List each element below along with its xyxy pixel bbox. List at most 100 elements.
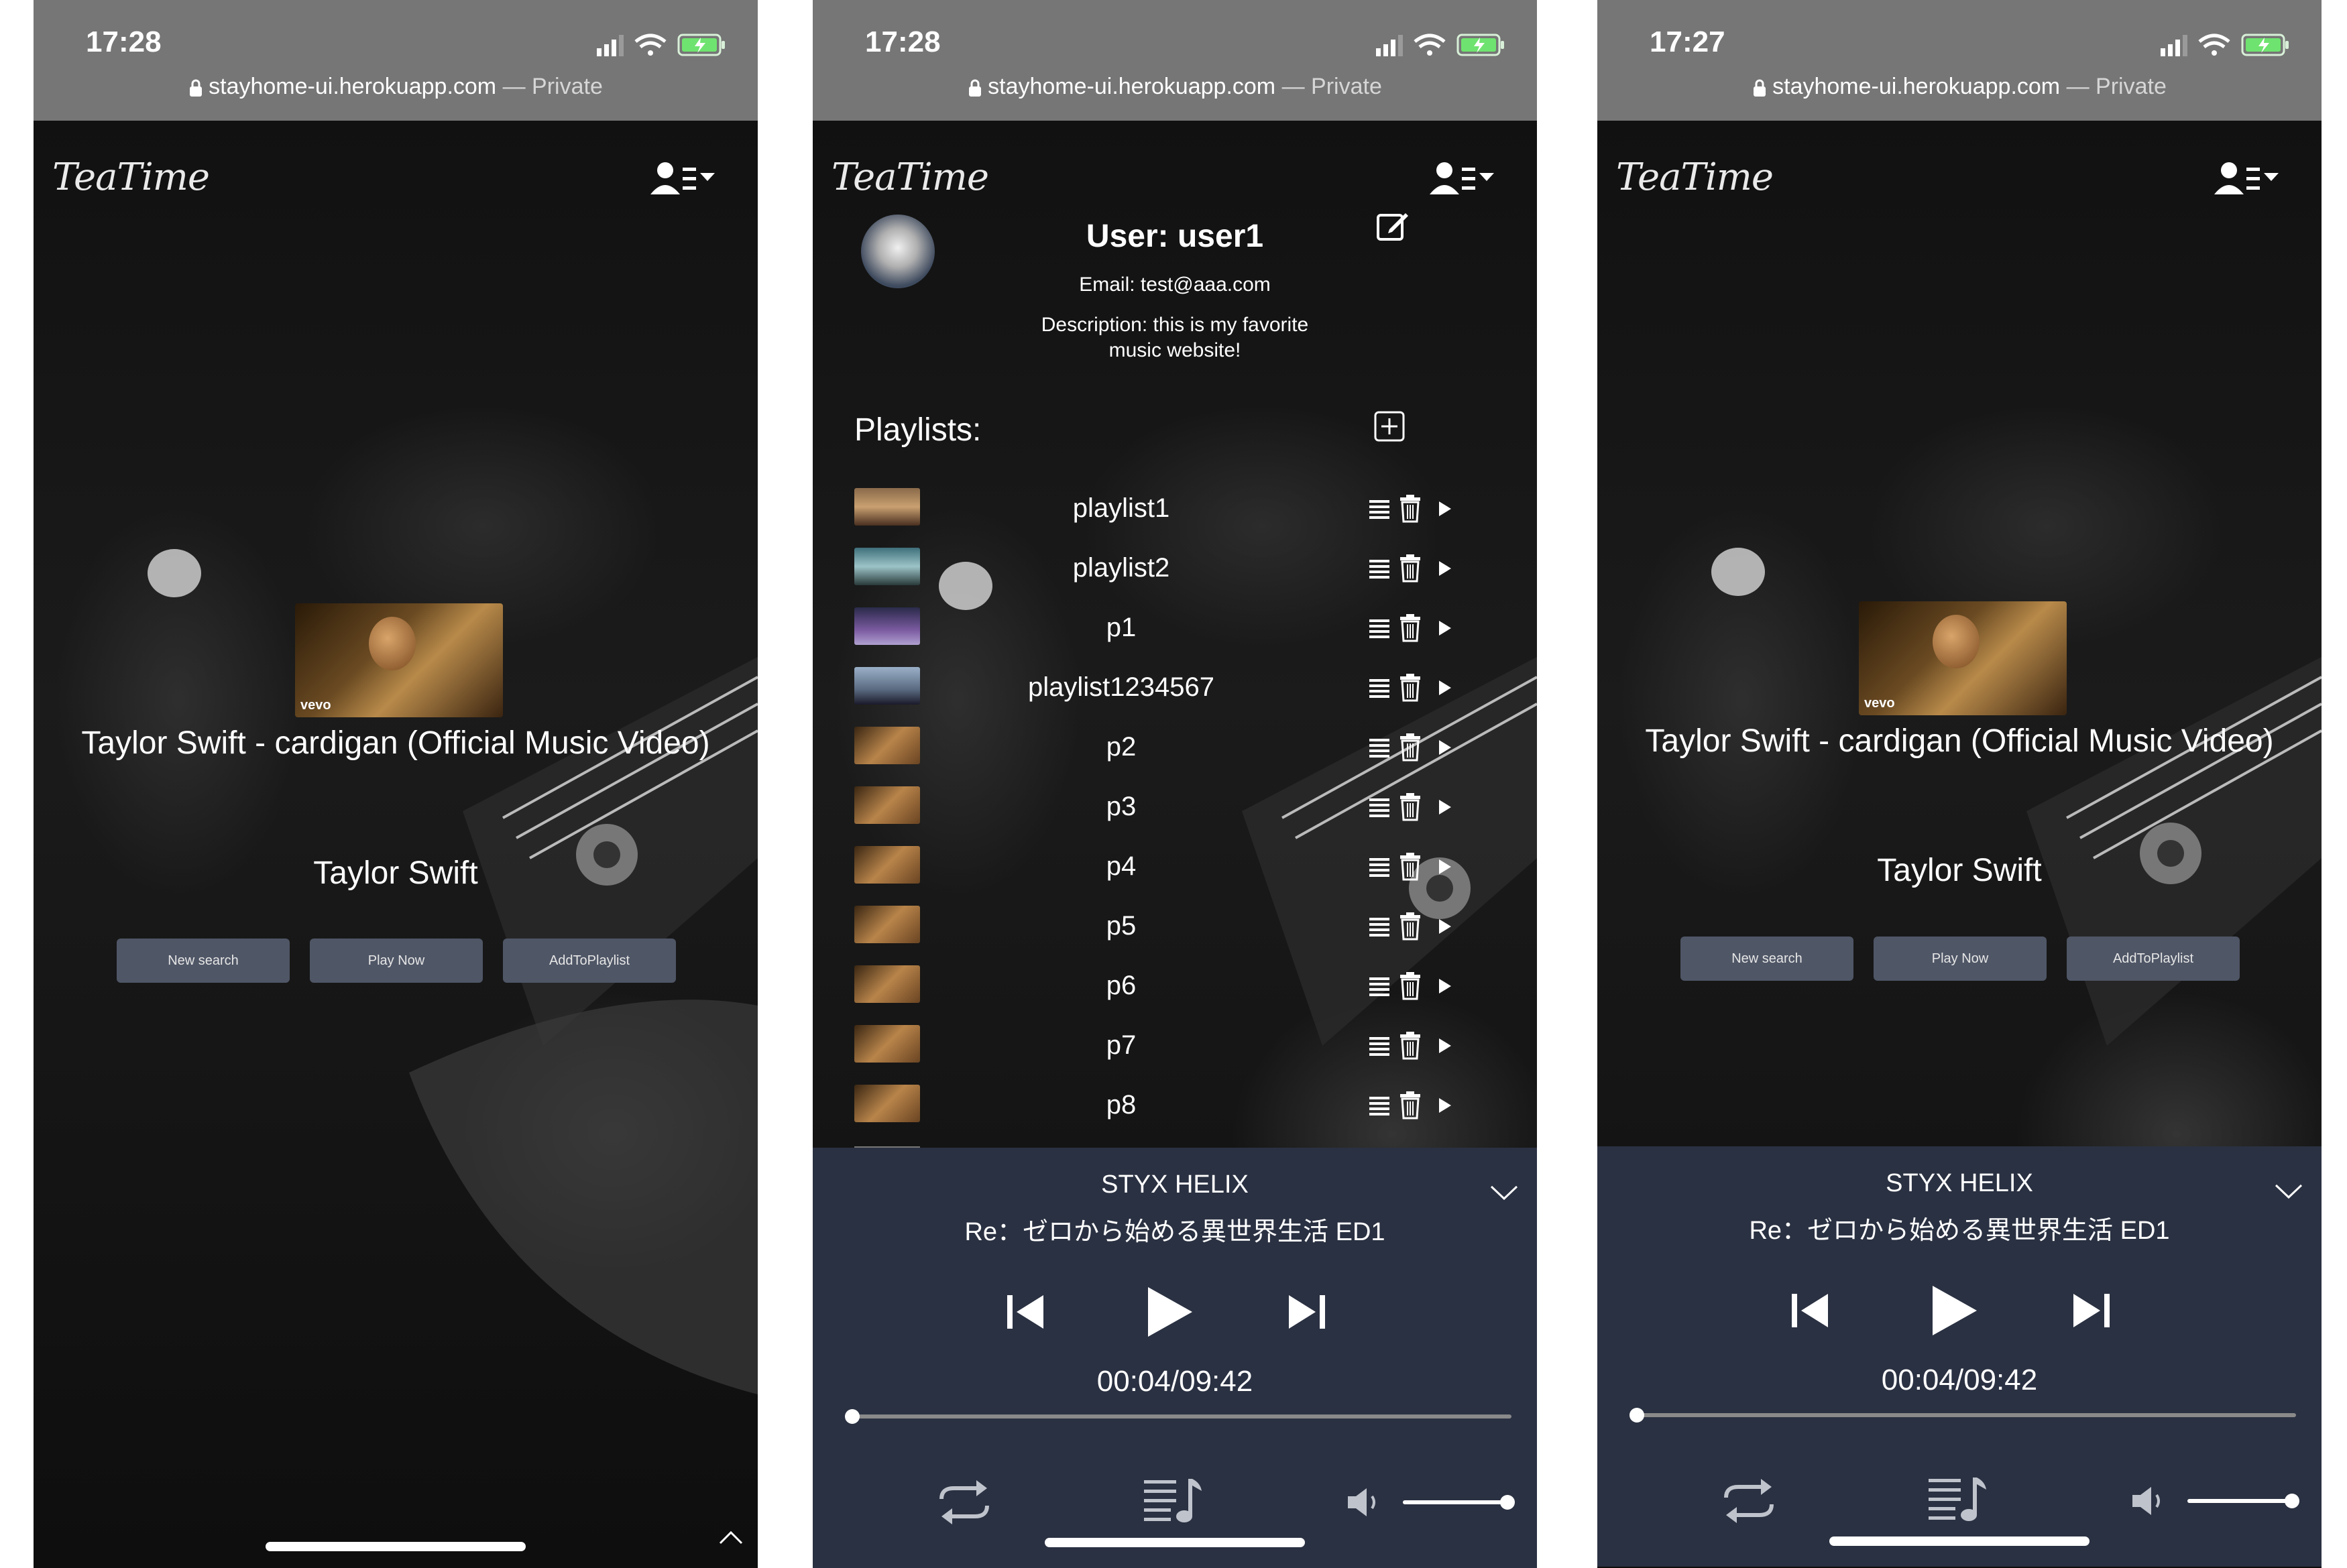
list-icon[interactable] xyxy=(1369,679,1389,698)
address-bar[interactable]: stayhome-ui.herokuapp.com — Private xyxy=(34,74,758,100)
add-to-playlist-button[interactable]: AddToPlaylist xyxy=(503,939,676,983)
play-icon[interactable] xyxy=(1439,621,1451,636)
video-thumbnail[interactable]: vevo xyxy=(1859,601,2067,715)
player-track-title: STYX HELIX xyxy=(1886,1169,2033,1197)
play-icon[interactable] xyxy=(1439,800,1451,815)
trash-icon[interactable] xyxy=(1400,793,1420,821)
home-indicator[interactable] xyxy=(266,1542,526,1551)
playlist-name[interactable]: playlist2 xyxy=(1014,553,1228,583)
player-panel: STYX HELIX Re：ゼロから始める異世界生活 ED1 00:04/09:… xyxy=(813,1148,1537,1568)
trash-icon[interactable] xyxy=(1400,554,1420,583)
user-menu-icon[interactable] xyxy=(1430,161,1497,198)
playlist-row[interactable]: playlist1234567 xyxy=(813,667,1537,707)
repeat-icon[interactable] xyxy=(1721,1477,1777,1524)
playlist-row[interactable]: p6 xyxy=(813,965,1537,1006)
signal-icon xyxy=(597,35,624,56)
trash-icon[interactable] xyxy=(1400,972,1420,1000)
collapse-icon[interactable] xyxy=(2273,1181,2304,1201)
playlist-thumbnail xyxy=(854,965,920,1003)
trash-icon[interactable] xyxy=(1400,733,1420,762)
play-icon[interactable] xyxy=(1439,740,1451,755)
trash-icon[interactable] xyxy=(1400,674,1420,702)
playlist-row[interactable]: p1 xyxy=(813,607,1537,648)
list-icon[interactable] xyxy=(1369,858,1389,877)
progress-slider[interactable] xyxy=(1629,1405,2296,1425)
progress-slider[interactable] xyxy=(844,1406,1511,1427)
playlist-name[interactable]: p2 xyxy=(1014,732,1228,762)
list-icon[interactable] xyxy=(1369,798,1389,817)
address-bar[interactable]: stayhome-ui.herokuapp.com — Private xyxy=(813,74,1537,100)
playlist-row[interactable]: playlist2 xyxy=(813,548,1537,588)
volume-knob[interactable] xyxy=(1500,1495,1515,1510)
trash-icon[interactable] xyxy=(1400,1091,1420,1120)
progress-knob[interactable] xyxy=(844,1409,860,1424)
new-search-button[interactable]: New search xyxy=(117,939,290,983)
repeat-icon[interactable] xyxy=(936,1479,992,1526)
volume-slider[interactable] xyxy=(1403,1492,1515,1512)
volume-slider[interactable] xyxy=(2187,1491,2299,1511)
playlist-row[interactable]: p8 xyxy=(813,1085,1537,1125)
play-icon[interactable] xyxy=(1439,859,1451,874)
playlist-name[interactable]: p5 xyxy=(1014,911,1228,941)
video-thumbnail[interactable]: vevo xyxy=(295,603,503,717)
app-logo[interactable]: TeaTime xyxy=(1616,156,1774,199)
play-icon[interactable] xyxy=(1439,919,1451,934)
new-search-button[interactable]: New search xyxy=(1680,937,1853,981)
list-icon[interactable] xyxy=(1369,739,1389,758)
play-icon[interactable] xyxy=(1439,561,1451,576)
signal-icon xyxy=(1376,35,1403,56)
user-menu-icon[interactable] xyxy=(2214,161,2281,198)
add-playlist-icon[interactable] xyxy=(1373,410,1406,442)
volume-icon[interactable] xyxy=(2130,1484,2170,1518)
playlist-row[interactable]: p3 xyxy=(813,786,1537,827)
playlist-name[interactable]: p7 xyxy=(1014,1030,1228,1061)
playlist-name[interactable]: p6 xyxy=(1014,971,1228,1001)
playlist-name[interactable]: playlist1234567 xyxy=(1014,672,1228,703)
trash-icon[interactable] xyxy=(1400,495,1420,523)
volume-knob[interactable] xyxy=(2285,1494,2299,1508)
playlist-name[interactable]: p4 xyxy=(1014,851,1228,882)
play-now-button[interactable]: Play Now xyxy=(310,939,483,983)
play-now-button[interactable]: Play Now xyxy=(1874,937,2047,981)
user-menu-icon[interactable] xyxy=(650,161,718,198)
play-icon[interactable] xyxy=(1439,1098,1451,1113)
home-indicator[interactable] xyxy=(1829,1536,2090,1546)
volume-icon[interactable] xyxy=(1345,1486,1385,1519)
play-icon[interactable] xyxy=(1439,1038,1451,1053)
playlist-name[interactable]: p3 xyxy=(1014,792,1228,822)
playlist-name[interactable]: p1 xyxy=(1014,613,1228,643)
chevron-up-icon[interactable] xyxy=(718,1530,744,1546)
list-icon[interactable] xyxy=(1369,1097,1389,1115)
progress-knob[interactable] xyxy=(1629,1408,1644,1423)
collapse-icon[interactable] xyxy=(1489,1183,1520,1203)
play-icon[interactable] xyxy=(1439,680,1451,695)
list-icon[interactable] xyxy=(1369,1037,1389,1056)
edit-icon[interactable] xyxy=(1376,209,1410,243)
queue-icon[interactable] xyxy=(1929,1475,1989,1526)
home-indicator[interactable] xyxy=(1045,1538,1305,1547)
play-icon[interactable] xyxy=(1439,501,1451,516)
playlist-row[interactable]: p4 xyxy=(813,846,1537,886)
app-logo[interactable]: TeaTime xyxy=(832,156,989,199)
list-icon[interactable] xyxy=(1369,500,1389,519)
trash-icon[interactable] xyxy=(1400,853,1420,881)
playlist-row[interactable]: playlist1 xyxy=(813,488,1537,528)
playlist-name[interactable]: p8 xyxy=(1014,1090,1228,1120)
playlist-row[interactable]: p7 xyxy=(813,1025,1537,1065)
add-to-playlist-button[interactable]: AddToPlaylist xyxy=(2067,937,2240,981)
trash-icon[interactable] xyxy=(1400,1032,1420,1060)
list-icon[interactable] xyxy=(1369,619,1389,638)
trash-icon[interactable] xyxy=(1400,912,1420,941)
play-icon[interactable] xyxy=(1439,979,1451,993)
progress-track xyxy=(848,1414,1511,1419)
list-icon[interactable] xyxy=(1369,977,1389,996)
list-icon[interactable] xyxy=(1369,918,1389,937)
playlist-name[interactable]: playlist1 xyxy=(1014,493,1228,524)
playlist-row[interactable]: p5 xyxy=(813,906,1537,946)
list-icon[interactable] xyxy=(1369,560,1389,579)
app-logo[interactable]: TeaTime xyxy=(52,156,210,199)
playlist-row[interactable]: p2 xyxy=(813,727,1537,767)
address-bar[interactable]: stayhome-ui.herokuapp.com — Private xyxy=(1597,74,2322,100)
trash-icon[interactable] xyxy=(1400,614,1420,642)
queue-icon[interactable] xyxy=(1144,1476,1204,1527)
